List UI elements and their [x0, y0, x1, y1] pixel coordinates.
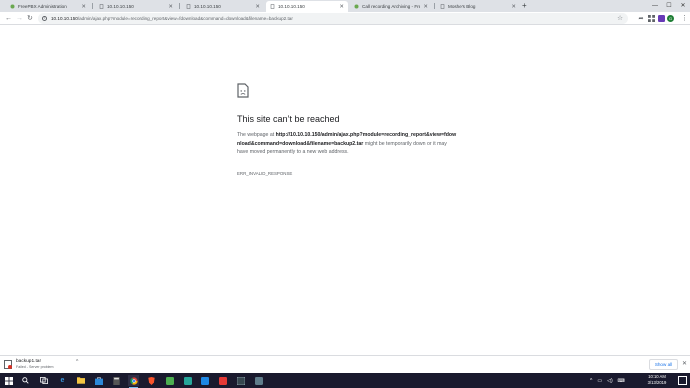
url-path: /admin/ajax.php?module=recording_report&…	[77, 16, 293, 21]
app-teal-icon[interactable]	[182, 375, 193, 386]
page-icon	[440, 4, 445, 9]
close-tab-icon[interactable]: ✕	[81, 4, 86, 10]
error-code[interactable]: ERR_INVALID_RESPONSE	[237, 171, 292, 176]
close-shelf-icon[interactable]: ✕	[682, 359, 687, 369]
tab-title: 10.10.10.150	[278, 4, 305, 9]
error-description: The webpage at http://10.10.10.150/admin…	[237, 131, 457, 157]
bookmark-star-icon[interactable]: ☆	[617, 14, 623, 22]
page-icon	[99, 4, 104, 9]
freepbx-icon	[10, 4, 15, 9]
back-icon[interactable]: ←	[5, 13, 12, 24]
close-window-icon[interactable]: ✕	[676, 0, 690, 12]
clock-date: 3/13/2019	[647, 380, 667, 385]
browser-toolbar: ← → ↻ i 10.10.10.150/admin/ajax.php?modu…	[0, 12, 690, 25]
close-tab-icon[interactable]: ✕	[511, 4, 516, 10]
tab-title: Call recording Archiving - FreePBX	[362, 4, 421, 9]
download-shelf: backup1.tar Failed - Server problem ^ Sh…	[0, 355, 690, 373]
volume-icon[interactable]: ◁)	[607, 378, 613, 384]
show-all-button[interactable]: Show all	[649, 359, 678, 370]
calculator-icon[interactable]	[111, 375, 122, 386]
language-icon[interactable]: ⌨	[618, 378, 625, 384]
page-icon	[270, 4, 275, 9]
tab-strip: FreePBX Administration ✕ 10.10.10.150 ✕ …	[0, 0, 690, 12]
menu-kebab-icon[interactable]: ⋮	[681, 13, 688, 24]
extension-grid-icon[interactable]	[647, 14, 655, 22]
brave-icon[interactable]	[146, 375, 157, 386]
system-tray: ^ ▭ ◁) ⌨	[590, 373, 625, 388]
tab-10-10-10-150-active[interactable]: 10.10.10.150 ✕	[266, 1, 348, 12]
chrome-icon[interactable]	[128, 375, 139, 388]
tab-call-recording-archiving[interactable]: Call recording Archiving - FreePBX ✕	[350, 1, 432, 12]
info-icon[interactable]: i	[42, 16, 47, 21]
app-green-icon[interactable]	[164, 375, 175, 386]
notification-icon[interactable]	[678, 376, 687, 385]
app-gray-icon[interactable]	[253, 375, 264, 386]
taskbar-clock[interactable]: 10:10 AM 3/13/2019	[640, 374, 674, 386]
close-tab-icon[interactable]: ✕	[168, 4, 173, 10]
app-red-icon[interactable]	[217, 375, 228, 386]
sad-document-icon	[237, 83, 249, 98]
app-dark-icon[interactable]	[235, 375, 246, 386]
address-url: 10.10.10.150/admin/ajax.php?module=recor…	[51, 16, 293, 21]
close-tab-icon[interactable]: ✕	[255, 4, 260, 10]
new-tab-button[interactable]: +	[522, 1, 527, 11]
task-view-icon[interactable]	[38, 375, 49, 386]
tab-moshes-blog[interactable]: Moshe's Blog ✕	[436, 1, 520, 12]
avatar[interactable]: G	[667, 15, 674, 22]
network-icon[interactable]: ▭	[597, 378, 602, 384]
tab-title: 10.10.10.150	[107, 4, 134, 9]
minimize-icon[interactable]: —	[648, 0, 662, 12]
address-bar[interactable]: i 10.10.10.150/admin/ajax.php?module=rec…	[38, 13, 628, 24]
tab-10-10-10-150-b[interactable]: 10.10.10.150 ✕	[182, 1, 264, 12]
tab-separator	[92, 3, 93, 9]
error-title: This site can’t be reached	[237, 114, 340, 124]
tab-separator	[434, 3, 435, 9]
windows-start-icon[interactable]	[3, 375, 14, 386]
tab-title: Moshe's Blog	[448, 4, 476, 9]
file-error-icon	[4, 360, 12, 369]
window-controls: — ☐ ✕	[648, 0, 690, 12]
forward-icon[interactable]: →	[16, 13, 23, 24]
download-status: Failed - Server problem	[16, 365, 54, 370]
taskbar: e ^ ▭ ◁) ⌨ 10:10 AM 3/13/2019	[0, 373, 690, 388]
tab-title: 10.10.10.150	[194, 4, 221, 9]
chevron-up-icon[interactable]: ^	[76, 359, 78, 365]
share-arrow-icon[interactable]: ➦	[637, 14, 645, 22]
download-info: backup1.tar Failed - Server problem	[16, 359, 54, 370]
reload-icon[interactable]: ↻	[27, 13, 33, 24]
search-icon[interactable]	[20, 375, 31, 386]
extension-purple-icon[interactable]	[657, 14, 665, 22]
page-icon	[186, 4, 191, 9]
tab-10-10-10-150-a[interactable]: 10.10.10.150 ✕	[95, 1, 177, 12]
url-host: 10.10.10.150	[51, 16, 78, 21]
close-tab-icon[interactable]: ✕	[423, 4, 428, 10]
download-item[interactable]: backup1.tar Failed - Server problem	[4, 358, 54, 371]
tab-title: FreePBX Administration	[18, 4, 67, 9]
store-icon[interactable]	[93, 375, 104, 386]
tab-freepbx-administration[interactable]: FreePBX Administration ✕	[6, 1, 90, 12]
file-explorer-icon[interactable]	[75, 375, 86, 386]
edge-icon[interactable]: e	[57, 375, 68, 386]
freepbx-icon	[354, 4, 359, 9]
maximize-icon[interactable]: ☐	[662, 0, 676, 12]
app-blue-icon[interactable]	[199, 375, 210, 386]
error-desc-prefix: The webpage at	[237, 132, 276, 138]
close-tab-icon[interactable]: ✕	[339, 4, 344, 10]
chevron-up-icon[interactable]: ^	[590, 378, 592, 384]
tab-separator	[179, 3, 180, 9]
